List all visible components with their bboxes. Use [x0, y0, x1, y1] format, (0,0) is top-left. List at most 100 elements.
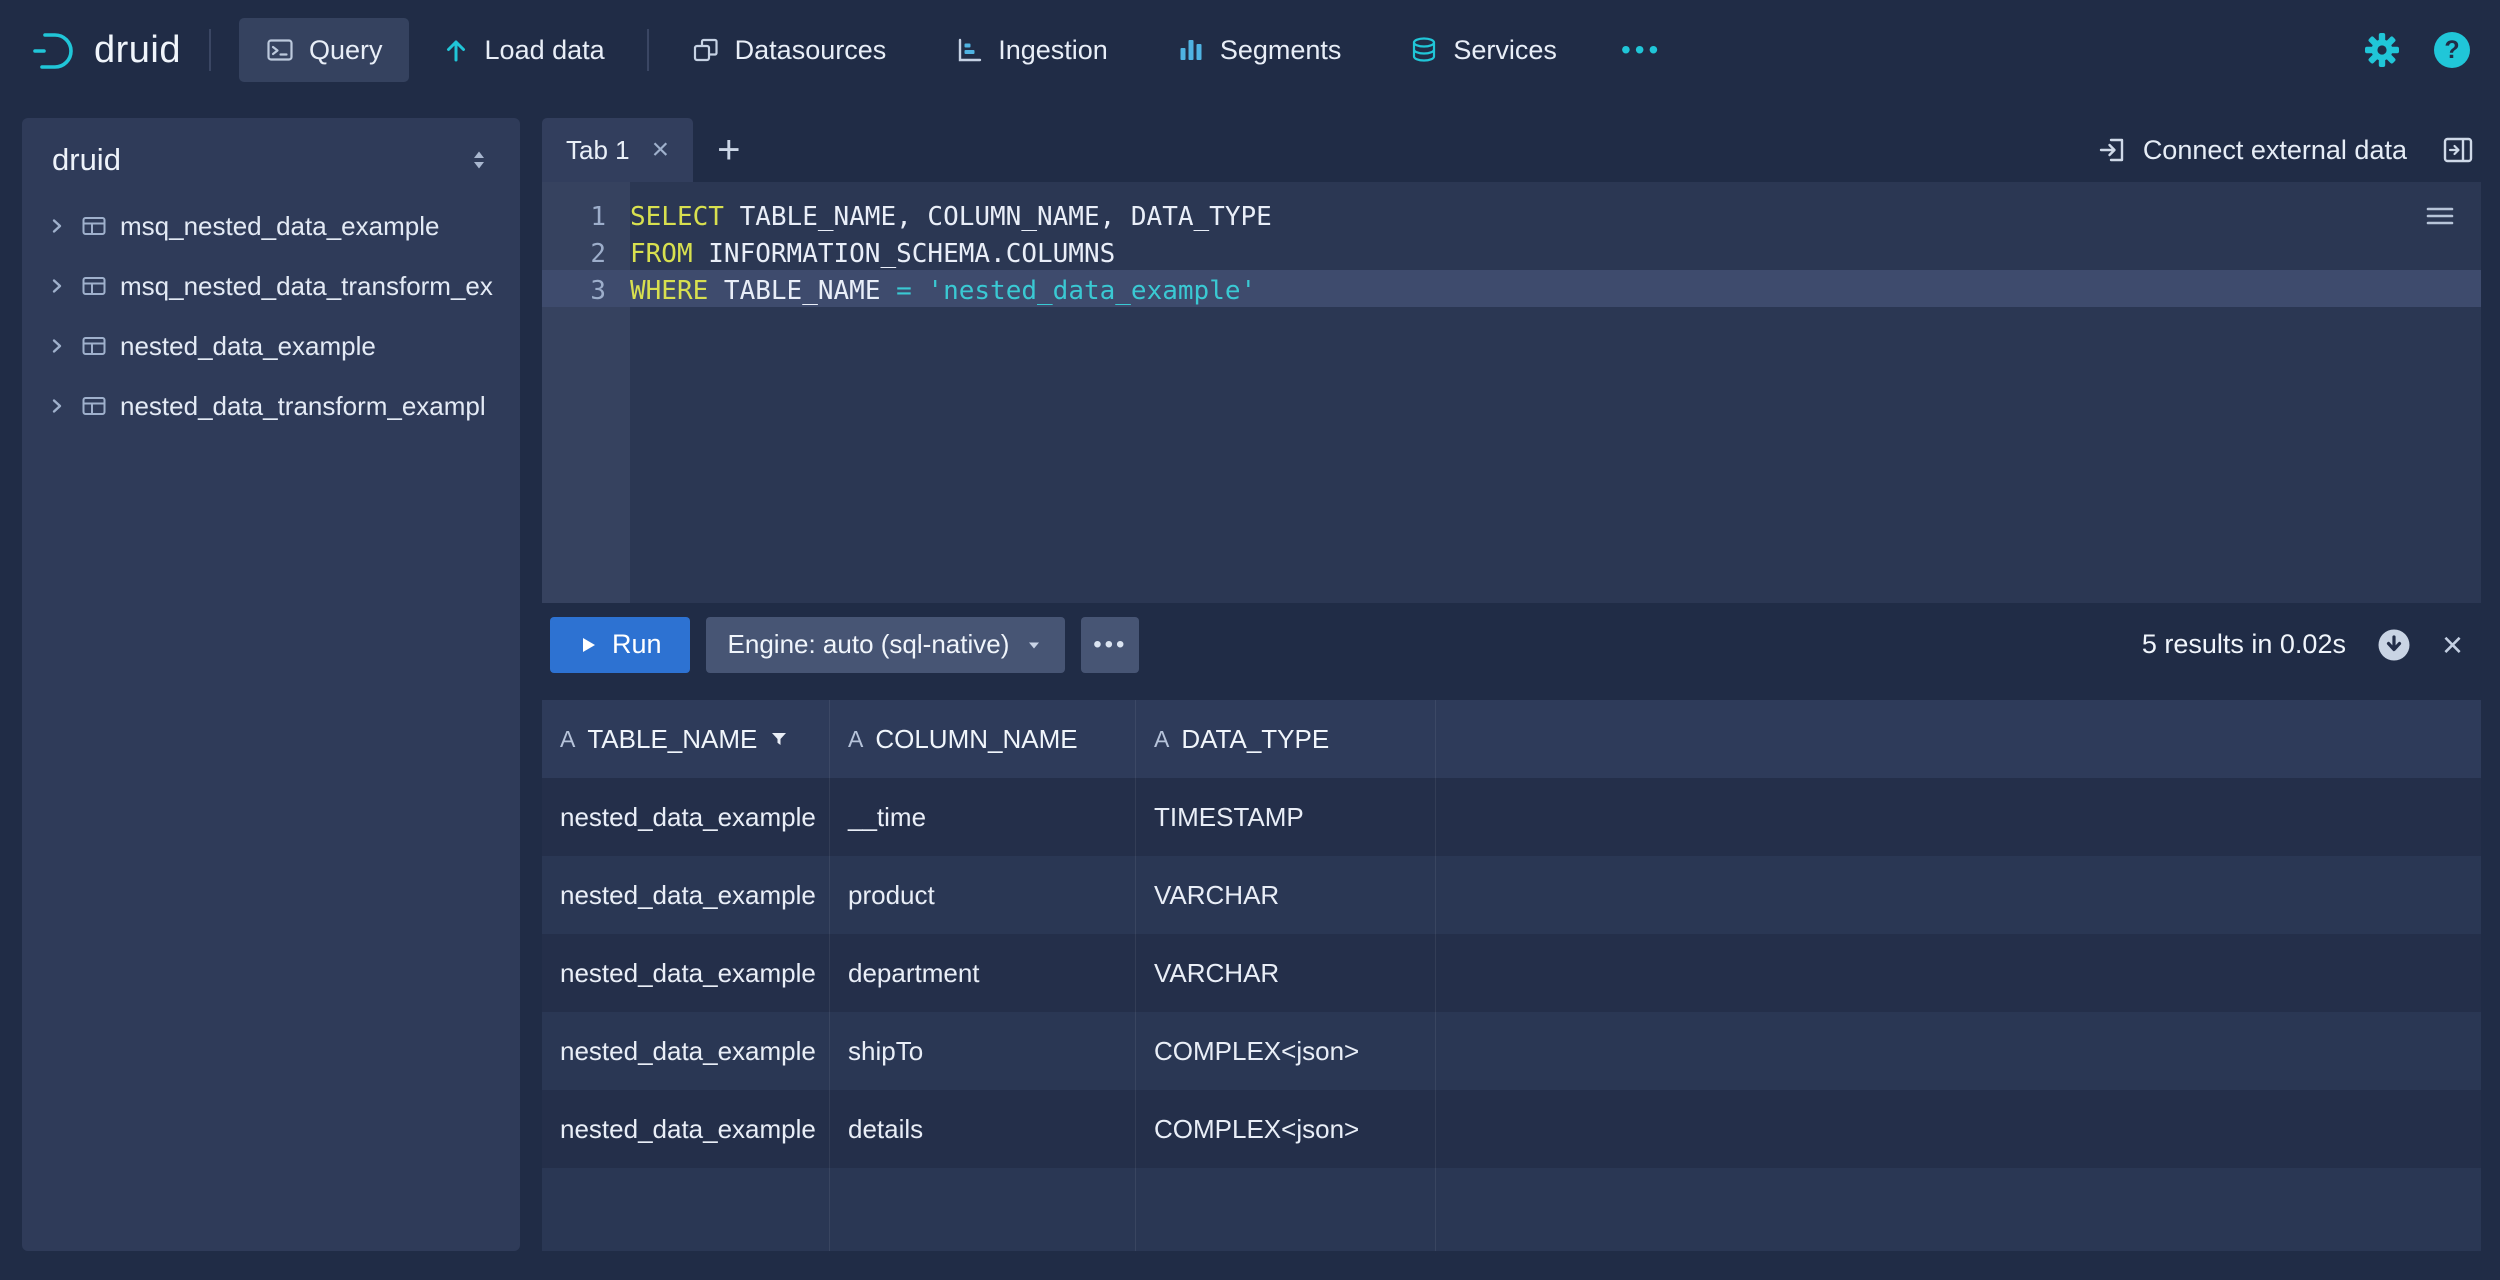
- engine-label: Engine: auto (sql-native): [728, 629, 1010, 660]
- run-button[interactable]: Run: [550, 617, 690, 673]
- more-options-button[interactable]: •••: [1081, 617, 1139, 673]
- services-icon: [1409, 35, 1439, 65]
- nav-item-label: Query: [309, 35, 383, 66]
- string-type-icon: A: [848, 726, 863, 753]
- column-header-table-name[interactable]: A TABLE_NAME: [542, 700, 830, 778]
- results-table: A TABLE_NAME A COLUMN_NAME A DATA_TYPE: [542, 700, 2481, 1251]
- filter-funnel-icon[interactable]: [769, 729, 789, 749]
- help-icon[interactable]: ?: [2434, 32, 2470, 68]
- table-name: msq_nested_data_example: [120, 211, 439, 242]
- tree-item-table[interactable]: nested_data_example: [22, 316, 520, 376]
- empty-row: [542, 1168, 2481, 1251]
- result-row: nested_data_example __time TIMESTAMP: [542, 778, 2481, 856]
- result-cell[interactable]: nested_data_example: [542, 856, 830, 934]
- result-row: nested_data_example details COMPLEX<json…: [542, 1090, 2481, 1168]
- run-label: Run: [612, 629, 662, 660]
- line-number: 2: [542, 239, 630, 269]
- nav-item-datasources[interactable]: Datasources: [677, 18, 901, 82]
- more-nav-icon[interactable]: •••: [1611, 34, 1672, 66]
- ingestion-icon: [954, 35, 984, 65]
- result-cell[interactable]: nested_data_example: [542, 1012, 830, 1090]
- nav-item-load-data[interactable]: Load data: [427, 18, 619, 82]
- nav-item-label: Ingestion: [998, 35, 1108, 66]
- result-cell[interactable]: COMPLEX<json>: [1136, 1012, 1436, 1090]
- string-type-icon: A: [1154, 726, 1169, 753]
- tree-item-table[interactable]: msq_nested_data_example: [22, 196, 520, 256]
- nav-item-label: Datasources: [735, 35, 887, 66]
- result-cell[interactable]: nested_data_example: [542, 1090, 830, 1168]
- tree-item-table[interactable]: msq_nested_data_transform_ex: [22, 256, 520, 316]
- chevron-right-icon[interactable]: [46, 335, 68, 357]
- run-bar-right: 5 results in 0.02s ×: [2142, 625, 2481, 665]
- editor-menu-icon[interactable]: [2423, 200, 2457, 234]
- console-icon: [265, 35, 295, 65]
- column-header-label: TABLE_NAME: [587, 724, 757, 755]
- segments-icon: [1176, 35, 1206, 65]
- sidebar-header[interactable]: druid: [22, 118, 520, 196]
- result-row: nested_data_example shipTo COMPLEX<json>: [542, 1012, 2481, 1090]
- druid-console: druid Query Load data: [0, 0, 2500, 1280]
- result-cell[interactable]: shipTo: [830, 1012, 1136, 1090]
- result-cell[interactable]: department: [830, 934, 1136, 1012]
- nav-item-label: Segments: [1220, 35, 1342, 66]
- sql-text: WHERE TABLE_NAME = 'nested_data_example': [630, 276, 1256, 306]
- settings-gear-icon[interactable]: [2364, 32, 2400, 68]
- result-cell[interactable]: COMPLEX<json>: [1136, 1090, 1436, 1168]
- result-cell[interactable]: __time: [830, 778, 1136, 856]
- result-cell[interactable]: nested_data_example: [542, 934, 830, 1012]
- result-cell[interactable]: details: [830, 1090, 1136, 1168]
- close-tab-icon[interactable]: ×: [652, 135, 670, 165]
- nav-item-services[interactable]: Services: [1395, 18, 1571, 82]
- druid-logo[interactable]: druid: [30, 26, 181, 74]
- connect-external-data-button[interactable]: Connect external data: [2097, 134, 2407, 166]
- table-icon: [80, 332, 108, 360]
- result-cell[interactable]: TIMESTAMP: [1136, 778, 1436, 856]
- tab-bar: Tab 1 × + Connect external data: [542, 118, 2481, 182]
- tabbar-right: Connect external data: [2097, 118, 2481, 182]
- chevron-right-icon[interactable]: [46, 395, 68, 417]
- empty-cell: [830, 1168, 1136, 1251]
- result-row: nested_data_example product VARCHAR: [542, 856, 2481, 934]
- schema-sidebar: druid msq_nested_data_example: [22, 118, 520, 1251]
- table-icon: [80, 272, 108, 300]
- column-header-column-name[interactable]: A COLUMN_NAME: [830, 700, 1136, 778]
- import-data-icon: [2097, 134, 2129, 166]
- navbar-right: ?: [2364, 32, 2470, 68]
- code-lines: 1 SELECT TABLE_NAME, COLUMN_NAME, DATA_T…: [542, 182, 2481, 309]
- table-name: nested_data_transform_exampl: [120, 391, 486, 422]
- column-header-data-type[interactable]: A DATA_TYPE: [1136, 700, 1436, 778]
- nav-item-query[interactable]: Query: [239, 18, 409, 82]
- engine-select[interactable]: Engine: auto (sql-native): [706, 617, 1066, 673]
- result-cell-empty: [1436, 1090, 2481, 1168]
- nav-item-label: Load data: [485, 35, 605, 66]
- add-tab-button[interactable]: +: [693, 118, 764, 182]
- table-tree: msq_nested_data_example msq_nested_data_…: [22, 196, 520, 436]
- download-icon[interactable]: [2374, 625, 2414, 665]
- top-navbar: druid Query Load data: [0, 0, 2500, 100]
- nav-item-segments[interactable]: Segments: [1162, 18, 1356, 82]
- schema-title: druid: [52, 142, 121, 178]
- result-cell[interactable]: VARCHAR: [1136, 856, 1436, 934]
- sql-text: SELECT TABLE_NAME, COLUMN_NAME, DATA_TYP…: [630, 202, 1272, 232]
- close-results-icon[interactable]: ×: [2442, 627, 2463, 663]
- string-type-icon: A: [560, 726, 575, 753]
- brand-name: druid: [94, 29, 181, 72]
- sort-toggle-icon[interactable]: [466, 147, 492, 173]
- result-cell[interactable]: nested_data_example: [542, 778, 830, 856]
- line-number: 1: [542, 202, 630, 232]
- chevron-right-icon[interactable]: [46, 215, 68, 237]
- table-icon: [80, 392, 108, 420]
- tree-item-table[interactable]: nested_data_transform_exampl: [22, 376, 520, 436]
- tab-tab1[interactable]: Tab 1 ×: [542, 118, 693, 182]
- result-cell[interactable]: VARCHAR: [1136, 934, 1436, 1012]
- code-line: 1 SELECT TABLE_NAME, COLUMN_NAME, DATA_T…: [542, 198, 2481, 235]
- run-bar: Run Engine: auto (sql-native) ••• 5 resu…: [542, 603, 2481, 686]
- open-panel-icon[interactable]: [2441, 133, 2475, 167]
- chevron-right-icon[interactable]: [46, 275, 68, 297]
- sql-editor[interactable]: 1 SELECT TABLE_NAME, COLUMN_NAME, DATA_T…: [542, 182, 2481, 603]
- navbar-divider: [647, 29, 649, 71]
- column-header-label: COLUMN_NAME: [875, 724, 1077, 755]
- navbar-divider: [209, 29, 211, 71]
- result-cell[interactable]: product: [830, 856, 1136, 934]
- nav-item-ingestion[interactable]: Ingestion: [940, 18, 1122, 82]
